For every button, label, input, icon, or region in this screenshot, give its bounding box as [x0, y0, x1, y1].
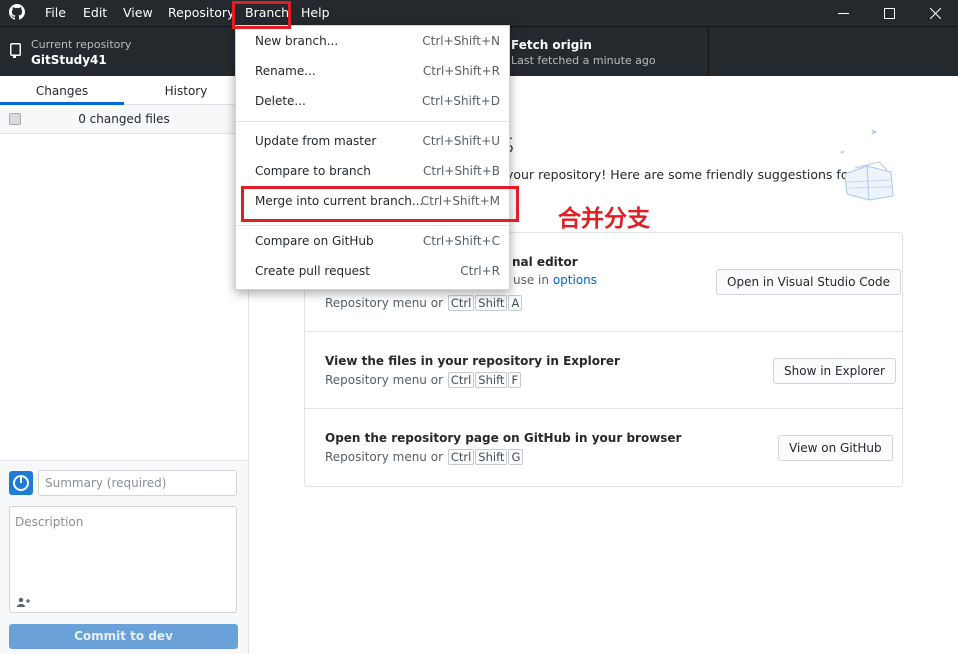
menu-item-compare-on-github[interactable]: Compare on GitHub Ctrl+Shift+C [236, 227, 509, 257]
commit-branch-name: dev [148, 629, 173, 643]
suggestion-subtitle-text: use in [513, 273, 549, 287]
key-ctrl: Ctrl [447, 372, 475, 388]
shortcut-prefix: Repository menu or [325, 373, 443, 387]
tab-history[interactable]: History [124, 76, 248, 105]
branch-dropdown-menu: New branch... Ctrl+Shift+N Rename... Ctr… [235, 25, 510, 290]
menu-item-label: Create pull request [255, 264, 371, 278]
key-shift: Shift [475, 295, 508, 311]
shortcut-prefix: Repository menu or [325, 296, 443, 310]
suggestion-view-github: Open the repository page on GitHub in yo… [305, 409, 902, 486]
key-shift: Shift [475, 449, 508, 465]
no-changes-subtitle: your repository! Here are some friendly … [506, 167, 854, 182]
menu-item-rename[interactable]: Rename... Ctrl+Shift+R [236, 57, 509, 87]
suggestion-show-explorer: View the files in your repository in Exp… [305, 332, 902, 409]
annotation-merge-highlight [241, 186, 519, 222]
title-bar: File Edit View Repository Branch Help [0, 0, 958, 26]
minimize-icon [837, 12, 849, 14]
annotation-branch-highlight [232, 1, 291, 29]
sidebar: Changes History 0 changed files Summary … [0, 76, 249, 654]
menu-view[interactable]: View [123, 0, 153, 26]
menu-item-shortcut: Ctrl+Shift+N [422, 34, 500, 48]
commit-button-prefix: Commit to [74, 629, 149, 643]
menu-item-update-from-master[interactable]: Update from master Ctrl+Shift+U [236, 127, 509, 157]
fetch-origin-button[interactable]: Fetch origin Last fetched a minute ago [476, 27, 709, 76]
description-textarea[interactable]: Description [9, 506, 237, 613]
key-ctrl: Ctrl [447, 449, 475, 465]
suggestion-shortcut: Repository menu or Ctrl Shift G [325, 449, 524, 465]
menu-item-label: Compare to branch [255, 164, 371, 178]
menu-separator [236, 225, 509, 226]
current-repo-label: Current repository [31, 38, 132, 51]
menu-item-compare-to-branch[interactable]: Compare to branch Ctrl+Shift+B [236, 157, 509, 187]
key-letter: A [508, 295, 523, 311]
shortcut-prefix: Repository menu or [325, 450, 443, 464]
commit-button[interactable]: Commit to dev [9, 624, 238, 649]
suggestion-title: View the files in your repository in Exp… [325, 354, 620, 368]
fetch-subtitle: Last fetched a minute ago [511, 54, 656, 67]
suggestion-title: Open the repository page on GitHub in yo… [325, 431, 682, 445]
show-in-explorer-button[interactable]: Show in Explorer [773, 358, 896, 384]
menu-edit[interactable]: Edit [83, 0, 107, 26]
current-repo-name: GitStudy41 [31, 53, 107, 67]
menu-separator [236, 121, 509, 122]
menu-item-label: Compare on GitHub [255, 234, 374, 248]
maximize-icon [883, 7, 895, 19]
menu-item-shortcut: Ctrl+Shift+U [422, 134, 500, 148]
menu-item-shortcut: Ctrl+Shift+C [422, 234, 500, 248]
key-letter: F [508, 372, 522, 388]
current-repository-button[interactable]: Current repository GitStudy41 [0, 27, 249, 76]
menu-repository[interactable]: Repository [168, 0, 234, 26]
menu-item-new-branch[interactable]: New branch... Ctrl+Shift+N [236, 27, 509, 57]
menu-help[interactable]: Help [301, 0, 330, 26]
suggestion-subtitle: use in options [513, 273, 597, 287]
close-icon [929, 7, 941, 19]
changes-header: 0 changed files [0, 105, 248, 134]
menu-file[interactable]: File [45, 0, 66, 26]
repo-icon [10, 43, 21, 61]
description-placeholder: Description [15, 515, 84, 529]
close-window-button[interactable] [912, 0, 958, 26]
fetch-title: Fetch origin [511, 38, 592, 52]
tab-changes[interactable]: Changes [0, 76, 124, 105]
empty-state-illustration [831, 124, 911, 204]
key-shift: Shift [475, 372, 508, 388]
menu-item-shortcut: Ctrl+Shift+B [423, 164, 500, 178]
changed-files-count: 0 changed files [78, 112, 170, 126]
sidebar-tabs: Changes History [0, 76, 248, 105]
avatar [9, 471, 33, 495]
add-coauthor-icon[interactable] [16, 596, 30, 607]
annotation-label: 合并分支 [558, 206, 650, 232]
menu-item-create-pull-request[interactable]: Create pull request Ctrl+R [236, 257, 509, 287]
suggestion-title: nal editor [512, 255, 578, 269]
commit-area: Summary (required) Description Commit to… [0, 460, 248, 654]
menu-item-shortcut: Ctrl+R [460, 264, 500, 278]
key-letter: G [508, 449, 524, 465]
options-link[interactable]: options [553, 273, 597, 287]
menu-item-label: Delete... [255, 94, 306, 108]
summary-input[interactable]: Summary (required) [38, 470, 237, 496]
menu-item-shortcut: Ctrl+Shift+R [422, 64, 500, 78]
github-logo-icon [9, 4, 25, 20]
menu-item-delete[interactable]: Delete... Ctrl+Shift+D [236, 87, 509, 117]
menu-item-label: Update from master [255, 134, 377, 148]
menu-item-label: New branch... [255, 34, 339, 48]
suggestion-shortcut: Repository menu or Ctrl Shift A [325, 295, 523, 311]
menu-item-label: Rename... [255, 64, 316, 78]
menu-item-shortcut: Ctrl+Shift+D [422, 94, 500, 108]
view-on-github-button[interactable]: View on GitHub [778, 435, 893, 461]
suggestion-shortcut: Repository menu or Ctrl Shift F [325, 372, 522, 388]
minimize-button[interactable] [820, 0, 866, 26]
open-in-editor-button[interactable]: Open in Visual Studio Code [716, 269, 902, 295]
key-ctrl: Ctrl [447, 295, 475, 311]
maximize-button[interactable] [866, 0, 912, 26]
